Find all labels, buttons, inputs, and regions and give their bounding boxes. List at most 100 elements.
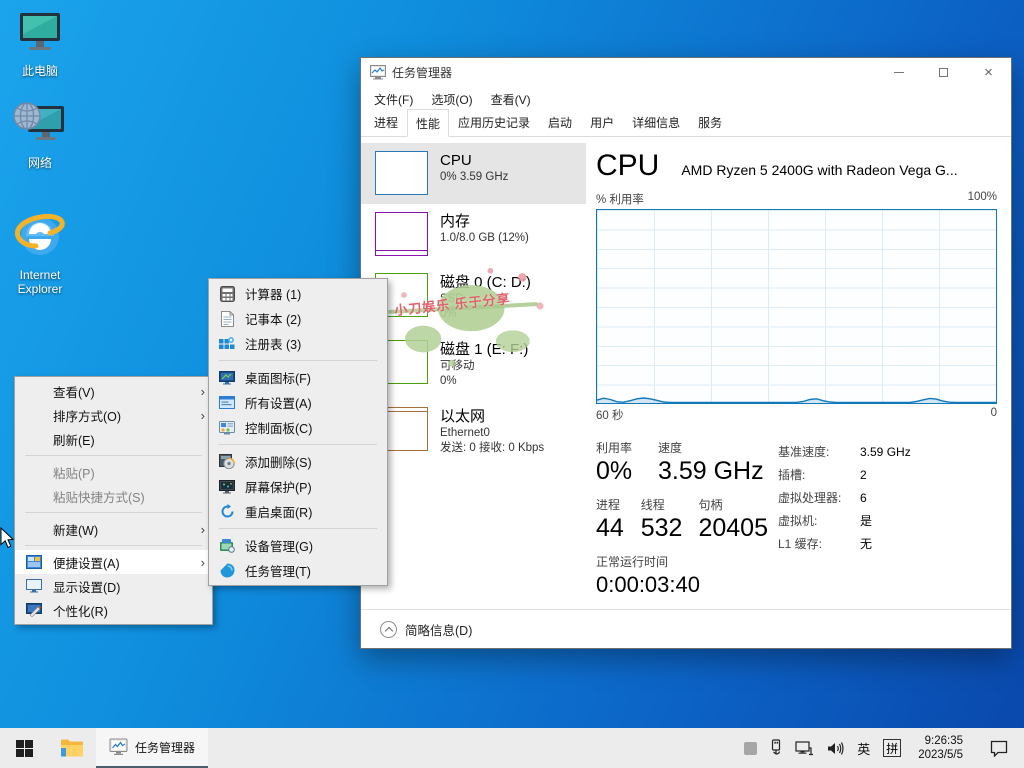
base-speed-label: 基准速度: (778, 445, 830, 459)
ime-mode-indicator[interactable]: 拼 (883, 739, 902, 757)
desktop-icon-network[interactable]: 网络 (2, 98, 78, 170)
usb-safely-remove-icon[interactable] (770, 739, 782, 757)
clock-date: 2023/5/5 (918, 749, 963, 761)
mouse-cursor (0, 527, 15, 549)
tab-app-history[interactable]: 应用历史记录 (449, 109, 539, 136)
submenu-item-screensaver[interactable]: 屏幕保护(P) (209, 474, 387, 499)
menu-separator (25, 545, 202, 546)
submenu-item-registry[interactable]: 注册表 (3) (209, 331, 387, 356)
network-icon (13, 102, 64, 140)
maximize-button[interactable] (921, 58, 966, 86)
display-settings-icon (26, 579, 42, 593)
start-button[interactable] (0, 728, 48, 768)
registry-icon (219, 336, 235, 349)
title-bar[interactable]: 任务管理器 × (361, 58, 1011, 86)
sidebar-item-title: CPU (440, 152, 472, 169)
ime-language-indicator[interactable]: 英 (857, 739, 870, 758)
close-icon: × (984, 63, 993, 81)
sidebar-item-sub2: 0% (440, 375, 457, 387)
volume-icon[interactable] (827, 741, 844, 756)
submenu-item-control-panel[interactable]: 控制面板(C) (209, 415, 387, 440)
processes-value: 44 (596, 514, 624, 542)
close-button[interactable]: × (966, 58, 1011, 86)
menu-item-new[interactable]: 新建(W) › (15, 517, 212, 541)
control-panel-icon (219, 420, 235, 434)
file-explorer-button[interactable] (48, 728, 96, 768)
speed-label: 速度 (658, 441, 683, 455)
quick-settings-icon (26, 555, 42, 569)
speed-value: 3.59 GHz (658, 457, 764, 485)
sidebar-item-ethernet[interactable]: 以太网 Ethernet0 发送: 0 接收: 0 Kbps (361, 399, 586, 466)
tab-processes[interactable]: 进程 (365, 109, 407, 136)
taskbar-empty-area[interactable] (208, 728, 744, 768)
action-center-button[interactable] (980, 740, 1018, 757)
desktop-icon-this-pc[interactable]: 此电脑 (2, 10, 78, 78)
submenu-item-add-remove[interactable]: 添加删除(S) (209, 449, 387, 474)
menu-item-quick-settings[interactable]: 便捷设置(A) › (15, 550, 212, 574)
menu-item-refresh[interactable]: 刷新(E) (15, 427, 212, 451)
cpu-utilization-chart (596, 209, 997, 404)
taskbar-clock[interactable]: 9:26:35 2023/5/5 (914, 734, 967, 762)
desktop-context-menu: 查看(V) › 排序方式(O) › 刷新(E) 粘贴(P) 粘贴快捷方式(S) 新建… (14, 376, 213, 625)
tab-performance[interactable]: 性能 (407, 109, 450, 137)
usage-value: 0% (596, 457, 633, 485)
menu-view[interactable]: 查看(V) (482, 87, 540, 112)
l1-cache-value: 无 (860, 537, 873, 551)
menu-options[interactable]: 选项(O) (422, 87, 481, 112)
submenu-item-restart-desktop[interactable]: 重启桌面(R) (209, 499, 387, 524)
tab-services[interactable]: 服务 (689, 109, 731, 136)
submenu-item-notepad[interactable]: 记事本 (2) (209, 306, 387, 331)
taskbar-button-task-manager[interactable]: 任务管理器 (96, 728, 208, 768)
window-title: 任务管理器 (392, 65, 453, 80)
fewer-details-button[interactable]: 简略信息(D) (361, 609, 1011, 648)
tray-app-icon[interactable] (744, 741, 758, 755)
sidebar-item-disk0[interactable]: 磁盘 0 (C: D:) SSD 0% (361, 265, 586, 332)
desktop-icon-label: 此电脑 (21, 64, 58, 78)
menu-separator (219, 528, 377, 529)
task-manager-menu-icon (220, 563, 234, 578)
desktop-icon-label: 网络 (27, 156, 52, 170)
menu-item-sort-by[interactable]: 排序方式(O) › (15, 403, 212, 427)
memory-mini-graph (375, 212, 428, 256)
sidebar-item-title: 磁盘 0 (C: D:) (440, 274, 531, 291)
submenu-item-task-manager[interactable]: 任务管理(T) (209, 558, 387, 583)
submenu-item-calculator[interactable]: 计算器 (1) (209, 281, 387, 306)
taskbar-button-label: 任务管理器 (134, 740, 195, 755)
tab-users[interactable]: 用户 (581, 109, 623, 136)
maximize-icon (939, 67, 948, 77)
sockets-value: 2 (860, 468, 867, 482)
submenu-arrow-icon: › (200, 383, 205, 399)
sidebar-item-sub: 0% 3.59 GHz (440, 171, 509, 183)
sidebar-item-sub: SSD (440, 293, 464, 305)
base-speed-value: 3.59 GHz (860, 445, 911, 459)
tab-details[interactable]: 详细信息 (623, 109, 689, 136)
add-remove-icon (219, 454, 235, 469)
sidebar-item-cpu[interactable]: CPU 0% 3.59 GHz (361, 143, 586, 204)
desktop-icon-internet-explorer[interactable]: Internet Explorer (2, 210, 78, 296)
submenu-item-desktop-icons[interactable]: 桌面图标(F) (209, 365, 387, 390)
clock-time: 9:26:35 (924, 735, 963, 747)
sidebar-item-sub2: 0% (440, 308, 457, 320)
network-tray-icon[interactable] (795, 740, 814, 756)
sidebar-item-sub: Ethernet0 (440, 427, 490, 439)
tab-startup[interactable]: 启动 (539, 109, 581, 136)
menu-separator (219, 444, 377, 445)
menu-item-paste-shortcut[interactable]: 粘贴快捷方式(S) (15, 484, 212, 508)
menu-item-display-settings[interactable]: 显示设置(D) (15, 574, 212, 598)
chart-xmax: 60 秒 (596, 410, 624, 422)
menu-item-view[interactable]: 查看(V) › (15, 379, 212, 403)
submenu-item-all-settings[interactable]: 所有设置(A) (209, 390, 387, 415)
sidebar-item-memory[interactable]: 内存 1.0/8.0 GB (12%) (361, 204, 586, 265)
menu-item-personalize[interactable]: 个性化(R) (15, 598, 212, 622)
virtual-machine-label: 虚拟机: (778, 514, 818, 528)
chevron-up-icon (380, 620, 397, 638)
sidebar-item-sub: 1.0/8.0 GB (12%) (440, 232, 529, 244)
menu-item-paste[interactable]: 粘贴(P) (15, 460, 212, 484)
this-pc-icon (20, 13, 60, 50)
chart-xmin: 0 (990, 407, 997, 419)
sockets-label: 插槽: (778, 468, 806, 482)
minimize-button[interactable] (876, 58, 921, 86)
sidebar-item-disk1[interactable]: 磁盘 1 (E: F:) 可移动 0% (361, 332, 586, 399)
menu-file[interactable]: 文件(F) (365, 87, 422, 112)
submenu-item-device-manager[interactable]: 设备管理(G) (209, 533, 387, 558)
